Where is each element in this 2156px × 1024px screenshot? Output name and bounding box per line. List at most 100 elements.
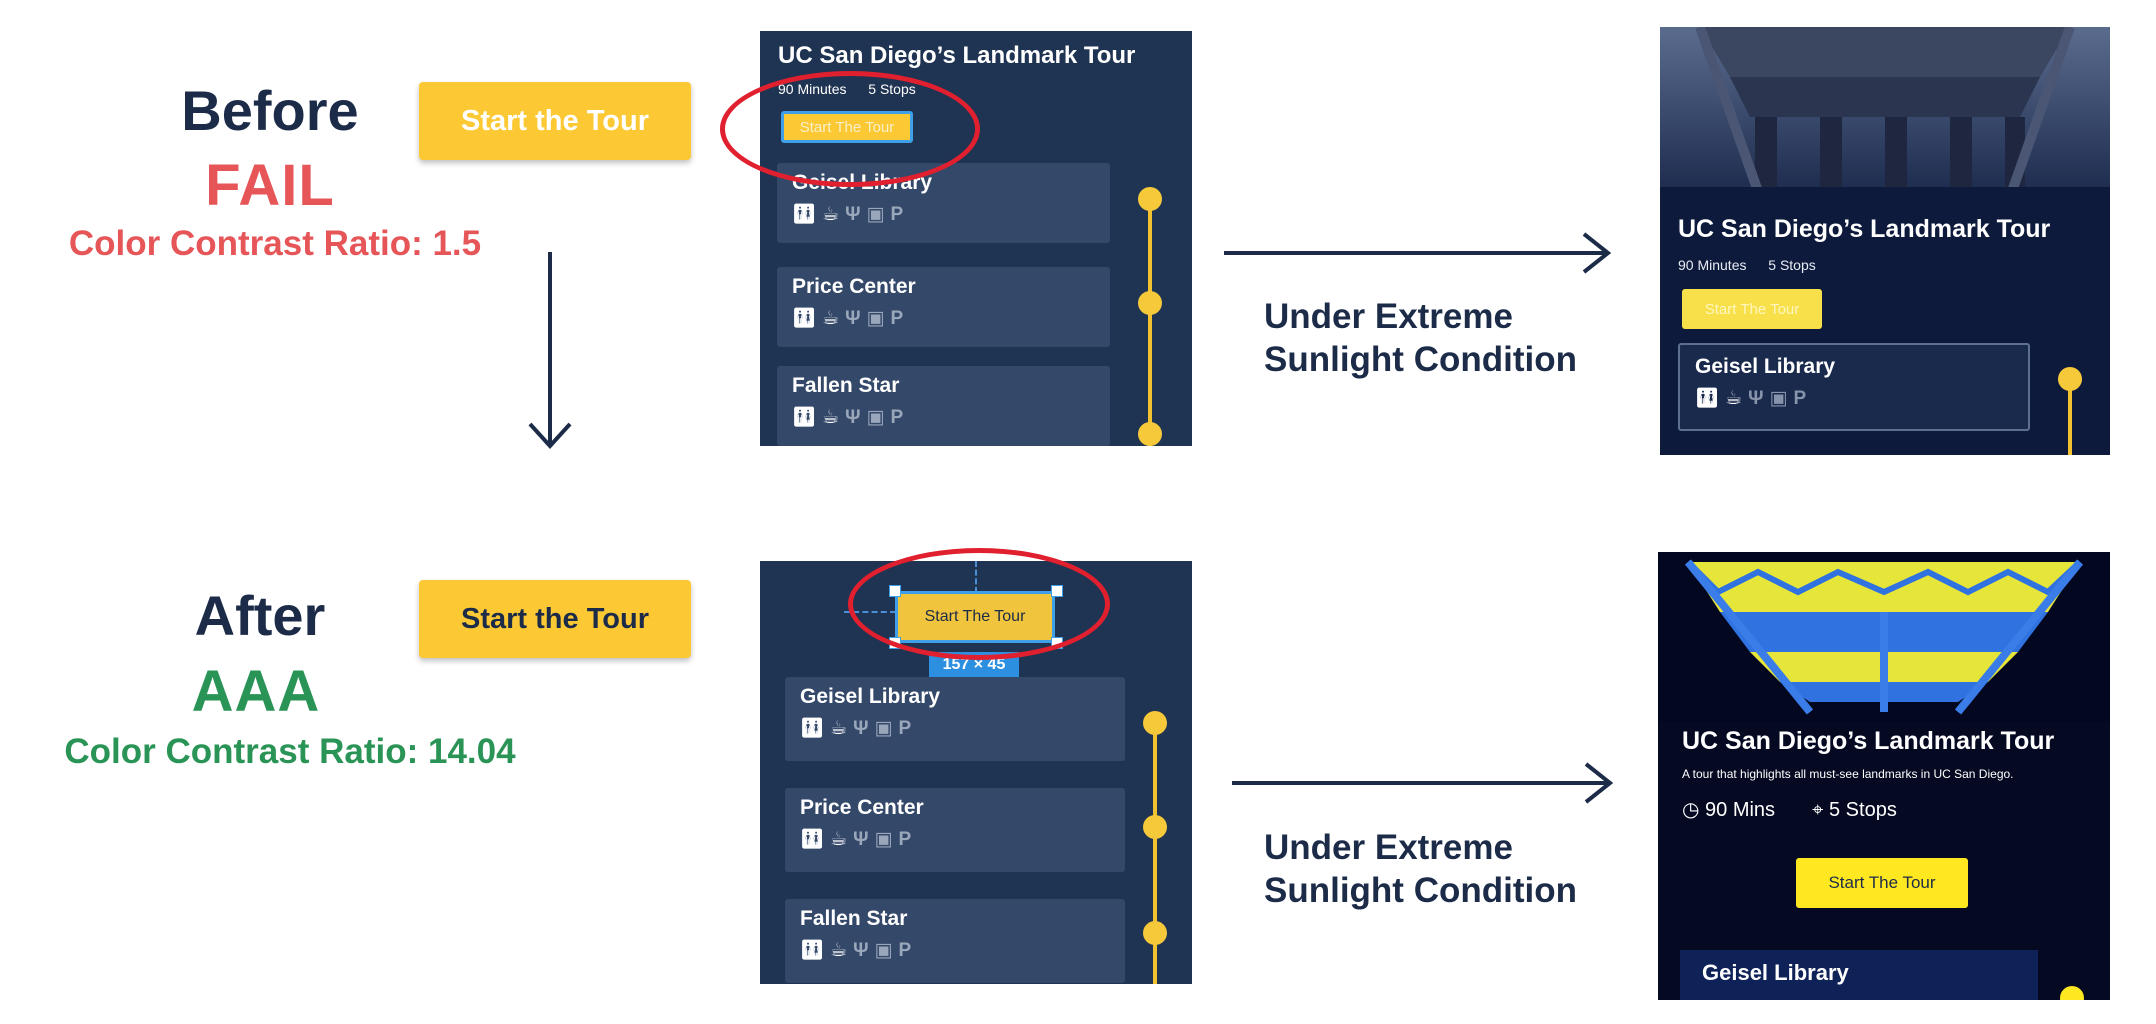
- restroom-icon: 🚻︎: [1695, 388, 1720, 409]
- coffee-icon: ☕︎: [822, 308, 840, 329]
- sunlight-label-line2: Sunlight Condition: [1264, 340, 1577, 379]
- coffee-icon: ☕︎: [830, 940, 848, 961]
- before-contrast-ratio: Color Contrast Ratio: 1.5: [68, 224, 482, 263]
- parking-icon: P: [890, 407, 904, 428]
- sun-start-tour-button-washed[interactable]: Start The Tour: [1682, 289, 1822, 329]
- dining-icon: Ψ: [853, 940, 869, 961]
- sunlight-label-line2: Sunlight Condition: [1264, 871, 1577, 910]
- dining-icon: Ψ: [845, 308, 861, 329]
- sunlight-screenshot-before: UC San Diego’s Landmark Tour 90 Minutes …: [1660, 27, 2110, 455]
- sun-after-tour-title: UC San Diego’s Landmark Tour: [1682, 727, 2055, 755]
- restroom-icon: 🚻︎: [800, 940, 825, 961]
- restroom-icon: 🚻︎: [792, 204, 817, 225]
- sun-stop-name: Geisel Library: [1695, 355, 1836, 378]
- dining-icon: Ψ: [845, 204, 861, 225]
- sun-timeline-dot: [2058, 367, 2082, 391]
- after-headline: After: [194, 584, 326, 647]
- timeline-dot: [1138, 187, 1162, 211]
- after-sample-button[interactable]: Start the Tour: [419, 580, 691, 658]
- sun-after-stop-card-geisel[interactable]: Geisel Library: [1680, 950, 2038, 1000]
- sun-tour-title: UC San Diego’s Landmark Tour: [1678, 215, 2051, 243]
- before-headline: Before: [181, 79, 359, 142]
- before-sample-button[interactable]: Start the Tour: [419, 82, 691, 160]
- amenity-row: 🚻︎ ☕︎ Ψ ▣ P: [792, 205, 903, 225]
- stop-name: Price Center: [800, 796, 924, 819]
- sunlight-label-after: Under Extreme Sunlight Condition: [1264, 826, 1577, 912]
- parking-icon: P: [890, 308, 904, 329]
- amenity-row: 🚻︎ ☕︎ Ψ ▣ P: [800, 830, 911, 850]
- down-arrow: [528, 252, 572, 449]
- right-arrow-after: [1232, 762, 1614, 804]
- parking-icon: P: [1793, 388, 1807, 409]
- bus-icon: ▣: [866, 407, 885, 428]
- restroom-icon: 🚻︎: [800, 718, 825, 739]
- sun-tour-meta: 90 Minutes 5 Stops: [1678, 257, 1816, 273]
- coffee-icon: ☕︎: [822, 407, 840, 428]
- right-arrow-before: [1224, 232, 1612, 274]
- after-contrast-ratio: Color Contrast Ratio: 14.04: [64, 732, 516, 771]
- highlight-ring-before: [720, 71, 980, 187]
- stop-card-price-center[interactable]: Price Center 🚻︎ ☕︎ Ψ ▣ P: [785, 788, 1125, 872]
- restroom-icon: 🚻︎: [800, 829, 825, 850]
- clock-icon: ◷: [1682, 799, 1700, 821]
- coffee-icon: ☕︎: [822, 204, 840, 225]
- timeline-dot: [1138, 291, 1162, 315]
- stop-name: Price Center: [792, 275, 916, 298]
- stop-card-fallen-star[interactable]: Fallen Star 🚻︎ ☕︎ Ψ ▣ P: [785, 899, 1125, 983]
- timeline-dot: [1143, 711, 1167, 735]
- tour-title: UC San Diego’s Landmark Tour: [778, 42, 1136, 69]
- amenity-row: 🚻︎ ☕︎ Ψ ▣ P: [792, 309, 903, 329]
- after-sample-button-label: Start the Tour: [461, 602, 649, 635]
- sun-tour-stops: 5 Stops: [1768, 257, 1816, 273]
- restroom-icon: 🚻︎: [792, 308, 817, 329]
- stop-name: Fallen Star: [792, 374, 900, 397]
- amenity-row: 🚻︎ ☕︎ Ψ ▣ P: [792, 408, 903, 428]
- geisel-library-photo: [1660, 27, 2110, 207]
- sun-after-meta: ◷ 90 Mins ⌖ 5 Stops: [1682, 797, 1897, 822]
- bus-icon: ▣: [866, 308, 885, 329]
- sun-after-mins: 90 Mins: [1705, 799, 1776, 821]
- sun-stop-card-geisel[interactable]: Geisel Library 🚻︎ ☕︎ Ψ ▣ P: [1678, 343, 2030, 431]
- amenity-row: 🚻︎ ☕︎ Ψ ▣ P: [800, 941, 911, 961]
- before-sample-button-label: Start the Tour: [461, 104, 649, 137]
- dining-icon: Ψ: [853, 829, 869, 850]
- coffee-icon: ☕︎: [830, 718, 848, 739]
- restroom-icon: 🚻︎: [792, 407, 817, 428]
- sun-start-tour-button-label: Start The Tour: [1704, 300, 1800, 318]
- stop-card-fallen-star[interactable]: Fallen Star 🚻︎ ☕︎ Ψ ▣ P: [777, 366, 1110, 446]
- bus-icon: ▣: [874, 718, 893, 739]
- geisel-library-photo-high-contrast: [1658, 552, 2110, 722]
- sun-after-start-tour-button[interactable]: Start The Tour: [1796, 858, 1968, 908]
- timeline-rail: [1148, 191, 1152, 446]
- stop-card-price-center[interactable]: Price Center 🚻︎ ☕︎ Ψ ▣ P: [777, 267, 1110, 347]
- bus-icon: ▣: [866, 204, 885, 225]
- timeline-dot: [1143, 815, 1167, 839]
- timeline-dot: [1143, 921, 1167, 945]
- sunlight-label-before: Under Extreme Sunlight Condition: [1264, 295, 1577, 381]
- sun-after-description: A tour that highlights all must-see land…: [1682, 767, 2014, 781]
- parking-icon: P: [898, 940, 912, 961]
- sun-after-start-tour-button-label: Start The Tour: [1828, 873, 1936, 892]
- sun-after-stop-name: Geisel Library: [1702, 960, 1849, 985]
- sun-after-timeline-dot: [2060, 986, 2084, 1000]
- sunlight-label-line1: Under Extreme: [1264, 297, 1513, 336]
- sun-after-stops: 5 Stops: [1829, 799, 1897, 821]
- parking-icon: P: [898, 829, 912, 850]
- aaa-verdict: AAA: [191, 659, 321, 724]
- bus-icon: ▣: [874, 940, 893, 961]
- dining-icon: Ψ: [853, 718, 869, 739]
- bus-icon: ▣: [1769, 388, 1788, 409]
- dining-icon: Ψ: [1748, 388, 1764, 409]
- sunlight-label-line1: Under Extreme: [1264, 828, 1513, 867]
- parking-icon: P: [890, 204, 904, 225]
- stop-card-geisel[interactable]: Geisel Library 🚻︎ ☕︎ Ψ ▣ P: [785, 677, 1125, 761]
- parking-icon: P: [898, 718, 912, 739]
- bus-icon: ▣: [874, 829, 893, 850]
- amenity-row: 🚻︎ ☕︎ Ψ ▣ P: [800, 719, 911, 739]
- fail-verdict: FAIL: [205, 153, 335, 218]
- sun-tour-minutes: 90 Minutes: [1678, 257, 1747, 273]
- sunlight-screenshot-after: UC San Diego’s Landmark Tour A tour that…: [1658, 552, 2110, 1000]
- sun-amenity-row: 🚻︎ ☕︎ Ψ ▣ P: [1695, 389, 1806, 409]
- dining-icon: Ψ: [845, 407, 861, 428]
- coffee-icon: ☕︎: [830, 829, 848, 850]
